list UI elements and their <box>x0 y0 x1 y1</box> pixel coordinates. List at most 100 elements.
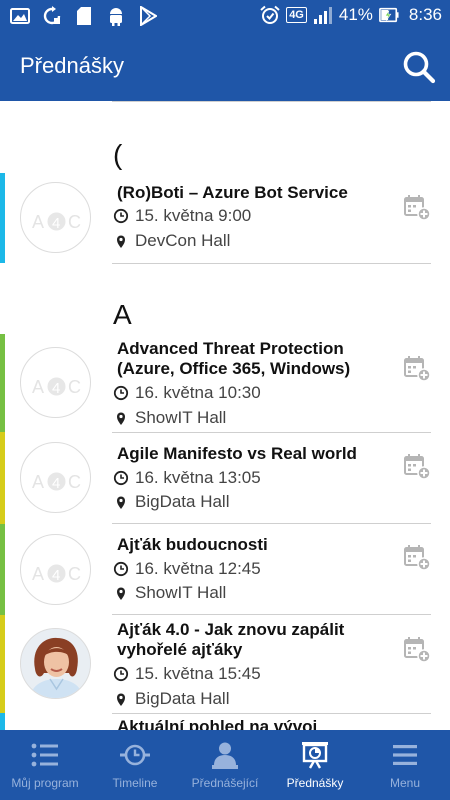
speaker-avatar <box>20 628 91 699</box>
svg-text:A: A <box>32 564 44 584</box>
a4c-logo-icon: A4C <box>32 212 81 232</box>
image-icon <box>10 6 30 26</box>
lecture-item[interactable]: Ajťák 4.0 - Jak znovu zapálit vyhořelé a… <box>0 615 450 714</box>
calendar-add-icon <box>404 356 431 382</box>
speaker-photo <box>21 629 90 698</box>
svg-text:C: C <box>68 472 81 492</box>
battery-charging-icon <box>378 5 399 25</box>
sd-card-icon <box>74 6 94 26</box>
section-header: A <box>113 299 132 330</box>
android-icon <box>106 6 126 26</box>
svg-text:A: A <box>32 212 44 232</box>
lecture-title: Agile Manifesto vs Real world <box>117 444 357 463</box>
lecture-title: Ajťák budoucnosti <box>117 535 268 554</box>
nav-speakers[interactable]: Přednášející <box>180 730 270 800</box>
play-store-icon <box>138 6 158 26</box>
clock-icon <box>113 470 129 486</box>
search-button[interactable] <box>402 50 436 84</box>
lecture-title: Advanced Threat Protection (Azure, Offic… <box>117 339 351 378</box>
lecture-place: DevCon Hall <box>113 231 230 251</box>
nav-label: Přednášející <box>191 776 259 790</box>
speaker-icon <box>212 742 238 769</box>
location-pin-icon <box>113 691 129 707</box>
lecture-time: 15. května 9:00 <box>113 206 251 226</box>
add-to-calendar-button[interactable] <box>403 452 431 480</box>
lecture-item[interactable]: A4C Agile Manifesto vs Real world 16. kv… <box>0 432 450 524</box>
nav-label: Timeline <box>112 776 158 790</box>
svg-text:A: A <box>32 472 44 492</box>
a4c-logo-icon: A4C <box>32 472 81 492</box>
svg-text:C: C <box>68 377 81 397</box>
calendar-add-icon <box>404 637 431 663</box>
nav-timeline[interactable]: Timeline <box>90 730 180 800</box>
lecture-time: 16. května 12:45 <box>113 559 261 579</box>
svg-text:4: 4 <box>52 567 60 584</box>
svg-text:4: 4 <box>52 215 60 232</box>
divider <box>112 101 431 102</box>
calendar-add-icon <box>404 545 431 571</box>
speaker-avatar: A4C <box>20 534 91 605</box>
page-title: Přednášky <box>20 53 124 78</box>
list-icon <box>31 743 58 767</box>
battery-percent: 41% <box>338 5 373 24</box>
lecture-place: BigData Hall <box>113 689 230 709</box>
lecture-place: BigData Hall <box>113 492 230 512</box>
speaker-avatar: A4C <box>20 442 91 513</box>
lecture-item[interactable]: A4C Advanced Threat Protection (Azure, O… <box>0 334 450 433</box>
presentation-icon <box>302 742 328 769</box>
speaker-avatar: A4C <box>20 347 91 418</box>
timeline-icon <box>120 744 150 766</box>
svg-text:4: 4 <box>52 475 60 492</box>
track-color-bar <box>0 173 5 263</box>
svg-text:4: 4 <box>52 380 60 397</box>
a4c-logo-icon: A4C <box>32 377 81 397</box>
network-type: 4G <box>286 7 307 23</box>
lecture-list[interactable]: ( A4C (Ro)Boti – Azure Bot Service 15. k… <box>0 101 450 730</box>
a4c-logo-icon: A4C <box>32 564 81 584</box>
speaker-avatar: A4C <box>20 182 91 253</box>
location-pin-icon <box>113 585 129 601</box>
status-bar: 4G 41% 8:36 <box>0 0 450 33</box>
track-color-bar <box>0 334 5 432</box>
svg-text:C: C <box>68 564 81 584</box>
add-to-calendar-button[interactable] <box>403 635 431 663</box>
location-pin-icon <box>113 410 129 426</box>
lecture-item[interactable]: A4C (Ro)Boti – Azure Bot Service 15. kvě… <box>0 173 450 265</box>
clock-icon <box>113 385 129 401</box>
track-color-bar <box>0 524 5 615</box>
track-color-bar <box>0 432 5 524</box>
svg-text:C: C <box>68 212 81 232</box>
lecture-time: 15. května 15:45 <box>113 664 261 684</box>
app-bar: Přednášky <box>0 33 450 101</box>
section-header: ( <box>113 139 123 170</box>
clock: 8:36 <box>408 5 442 24</box>
nav-lectures[interactable]: Přednášky <box>270 730 360 800</box>
calendar-add-icon <box>404 195 431 221</box>
lecture-title: Aktuální pohled na vývoj <box>117 717 318 730</box>
lecture-time: 16. května 10:30 <box>113 383 261 403</box>
track-color-bar <box>0 713 5 730</box>
lecture-item[interactable]: Aktuální pohled na vývoj <box>0 713 450 730</box>
nav-label: Menu <box>389 776 421 790</box>
location-pin-icon <box>113 233 129 249</box>
svg-text:A: A <box>32 377 44 397</box>
alarm-icon <box>260 5 280 25</box>
calendar-add-icon <box>404 454 431 480</box>
nav-my-program[interactable]: Můj program <box>0 730 90 800</box>
lecture-item[interactable]: A4C Ajťák budoucnosti 16. května 12:45 S… <box>0 524 450 615</box>
sync-icon <box>42 6 62 26</box>
menu-icon <box>393 745 417 765</box>
track-color-bar <box>0 615 5 713</box>
lecture-time: 16. května 13:05 <box>113 468 261 488</box>
nav-menu[interactable]: Menu <box>360 730 450 800</box>
divider <box>112 263 431 264</box>
add-to-calendar-button[interactable] <box>403 354 431 382</box>
add-to-calendar-button[interactable] <box>403 193 431 221</box>
lecture-place: ShowIT Hall <box>113 408 226 428</box>
lecture-title: Ajťák 4.0 - Jak znovu zapálit vyhořelé a… <box>117 620 345 659</box>
add-to-calendar-button[interactable] <box>403 543 431 571</box>
nav-label: Přednášky <box>286 776 344 790</box>
lecture-title: (Ro)Boti – Azure Bot Service <box>117 183 348 202</box>
search-icon <box>403 51 436 84</box>
clock-icon <box>113 666 129 682</box>
